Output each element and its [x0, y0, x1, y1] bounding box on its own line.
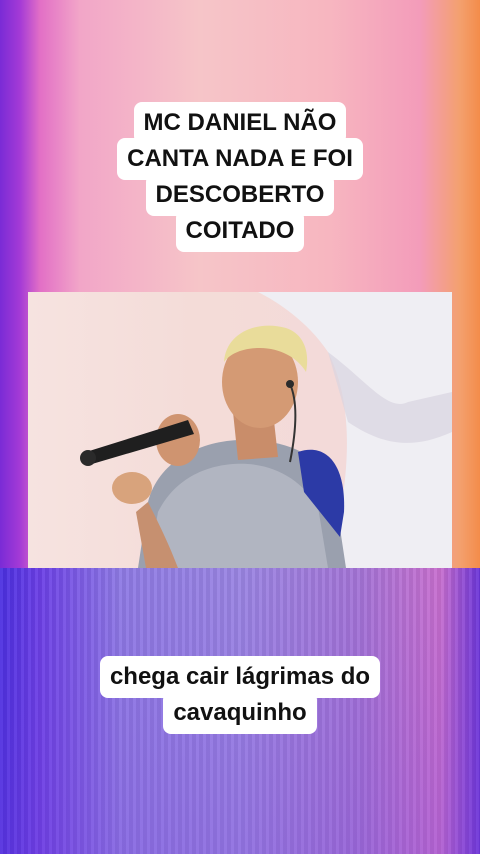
video-frame[interactable]: [28, 292, 452, 568]
bottom-caption: chega cair lágrimas do cavaquinho: [0, 656, 480, 734]
other-hand: [112, 472, 152, 504]
microphone-head: [80, 450, 96, 466]
singer-image: [80, 292, 452, 568]
top-caption-line: COITADO: [175, 210, 305, 252]
bottom-caption-line: cavaquinho: [163, 692, 317, 734]
earphone: [286, 380, 294, 388]
top-caption: MC DANIEL NÃO CANTA NADA E FOI DESCOBERT…: [0, 102, 480, 252]
